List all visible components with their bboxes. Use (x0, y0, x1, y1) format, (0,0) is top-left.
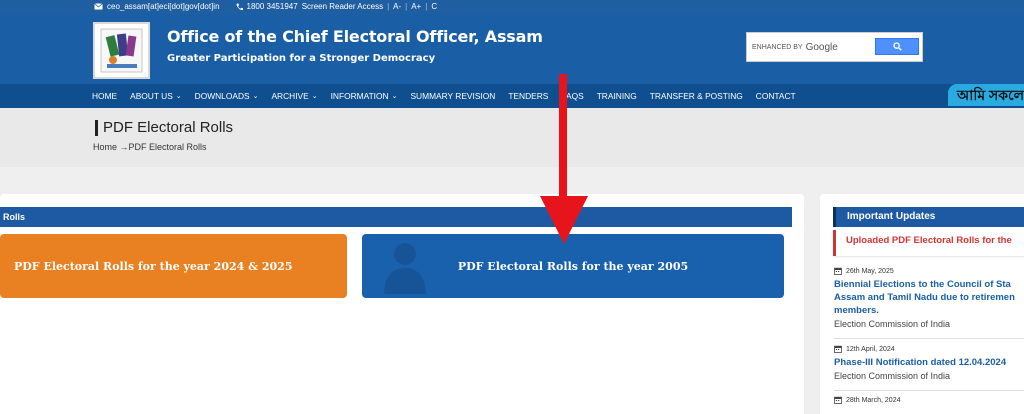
chevron-down-icon: ⌄ (252, 93, 259, 100)
news-item[interactable]: 26th May, 2025 Biennial Elections to the… (834, 266, 1015, 330)
nav-item-information[interactable]: INFORMATION ⌄ (331, 91, 398, 101)
nav-item-home[interactable]: HOME (92, 91, 117, 101)
search-enhanced-label: ENHANCED BY (752, 43, 803, 51)
nav-item-label: DOWNLOADS (194, 91, 250, 101)
ceo-assam-logo[interactable] (93, 22, 150, 79)
nav-item-transfer-posting[interactable]: TRANSFER & POSTING (650, 91, 743, 101)
nav-item-label: TRAINING (596, 91, 637, 101)
font-increase-button[interactable]: A+ (411, 2, 421, 11)
site-tagline: Greater Participation for a Stronger Dem… (167, 53, 436, 64)
chevron-down-icon: ⌄ (391, 93, 398, 100)
language-tab[interactable]: আমি সকলে (948, 84, 1024, 106)
nav-item-contact[interactable]: CONTACT (756, 91, 796, 101)
font-decrease-button[interactable]: A- (393, 2, 401, 11)
news-date: 26th May, 2025 (846, 267, 894, 275)
nav-item-label: INFORMATION (330, 91, 389, 101)
rolls-section-header: Rolls (0, 207, 792, 227)
nav-item-archive[interactable]: ARCHIVE ⌄ (271, 91, 317, 101)
news-item[interactable]: 12th April, 2024 Phase-III Notification … (834, 344, 1006, 382)
news-headline[interactable]: Phase-III Notification dated 12.04.2024 (834, 356, 1006, 369)
breadcrumb-home-link[interactable]: Home (93, 142, 117, 152)
breadcrumb-current: PDF Electoral Rolls (128, 142, 207, 152)
nav-item-about-us[interactable]: ABOUT US ⌄ (130, 91, 182, 101)
calendar-icon (834, 345, 842, 353)
highlight-update-link[interactable]: Uploaded PDF Electoral Rolls for the (833, 230, 1024, 256)
nav-item-label: ABOUT US (130, 91, 173, 101)
screen-reader-link[interactable]: Screen Reader Access (302, 2, 383, 11)
news-divider (834, 338, 1024, 339)
breadcrumb-arrow-icon: → (119, 142, 129, 152)
news-headline-line: Phase-III Notification dated 12.04.2024 (834, 357, 1007, 368)
page-title-band: PDF Electoral Rolls Home →PDF Electoral … (0, 108, 1024, 167)
contact-email[interactable]: ceo_assam[at]eci[dot]gov[dot]in (107, 2, 220, 11)
news-date: 12th April, 2024 (846, 345, 895, 353)
site-title[interactable]: Office of the Chief Electoral Officer, A… (167, 27, 543, 46)
top-utility-bar: ceo_assam[at]eci[dot]gov[dot]in 1800 345… (0, 0, 1024, 14)
news-headline-line: Biennial Elections to the Council of Sta (834, 279, 1011, 290)
rolls-2024-2025-tile[interactable]: PDF Electoral Rolls for the year 2024 & … (0, 234, 347, 298)
search-form: ENHANCED BY Google (746, 32, 923, 62)
nav-item-label: TRANSFER & POSTING (649, 91, 743, 101)
calendar-icon (834, 267, 842, 275)
news-source: Election Commission of India (834, 319, 951, 329)
chevron-down-icon: ⌄ (311, 93, 318, 100)
search-button[interactable] (875, 38, 919, 55)
helpline-number[interactable]: 1800 3451947 (247, 2, 298, 11)
rolls-2005-tile[interactable]: PDF Electoral Rolls for the year 2005 (362, 234, 784, 298)
site-header: Office of the Chief Electoral Officer, A… (0, 14, 1024, 84)
separator: | (405, 2, 408, 11)
calendar-icon (834, 396, 842, 404)
news-date: 28th March, 2024 (846, 396, 901, 404)
phone-icon (236, 3, 243, 10)
nav-item-downloads[interactable]: DOWNLOADS ⌄ (195, 91, 259, 101)
mail-icon (94, 3, 103, 10)
nav-item-label: TENDERS (508, 91, 549, 101)
nav-item-label: CONTACT (755, 91, 796, 101)
separator: | (387, 2, 390, 11)
google-brand-label: Google (805, 41, 838, 53)
news-headline[interactable]: Biennial Elections to the Council of Sta… (834, 278, 1015, 317)
voter-silhouette-icon (384, 243, 426, 294)
nav-item-label: HOME (92, 91, 118, 101)
nav-item-label: ARCHIVE (271, 91, 309, 101)
news-headline-line: members. (834, 305, 879, 316)
important-updates-panel: Important Updates Uploaded PDF Electoral… (820, 194, 1024, 414)
search-icon (892, 42, 902, 51)
contrast-button[interactable]: C (431, 2, 437, 11)
breadcrumb: Home →PDF Electoral Rolls (93, 142, 207, 152)
separator: | (425, 2, 428, 11)
news-divider (834, 390, 1024, 391)
nav-item-summary-revision[interactable]: SUMMARY REVISION (410, 91, 495, 101)
search-input[interactable]: ENHANCED BY Google (752, 38, 867, 56)
rolls-panel: Rolls PDF Electoral Rolls for the year 2… (0, 194, 804, 414)
news-headline-line: Assam and Tamil Nadu due to retiremen (834, 292, 1015, 303)
nav-item-training[interactable]: TRAINING (597, 91, 637, 101)
nav-item-label: FAQS (561, 91, 584, 101)
tile-label: PDF Electoral Rolls for the year 2024 & … (14, 259, 293, 273)
tile-label: PDF Electoral Rolls for the year 2005 (457, 259, 689, 273)
news-item[interactable]: 28th March, 2024 (834, 395, 900, 405)
important-updates-heading: Important Updates (833, 207, 1024, 227)
chevron-down-icon: ⌄ (175, 93, 182, 100)
nav-item-tenders[interactable]: TENDERS (508, 91, 548, 101)
page-title: PDF Electoral Rolls (95, 120, 233, 136)
main-navigation: HOME ABOUT US ⌄ DOWNLOADS ⌄ ARCHIVE ⌄ INFORMATI… (0, 84, 1024, 108)
nav-item-faqs[interactable]: FAQS (561, 91, 583, 101)
nav-item-label: SUMMARY REVISION (410, 91, 496, 101)
news-source: Election Commission of India (834, 371, 951, 381)
